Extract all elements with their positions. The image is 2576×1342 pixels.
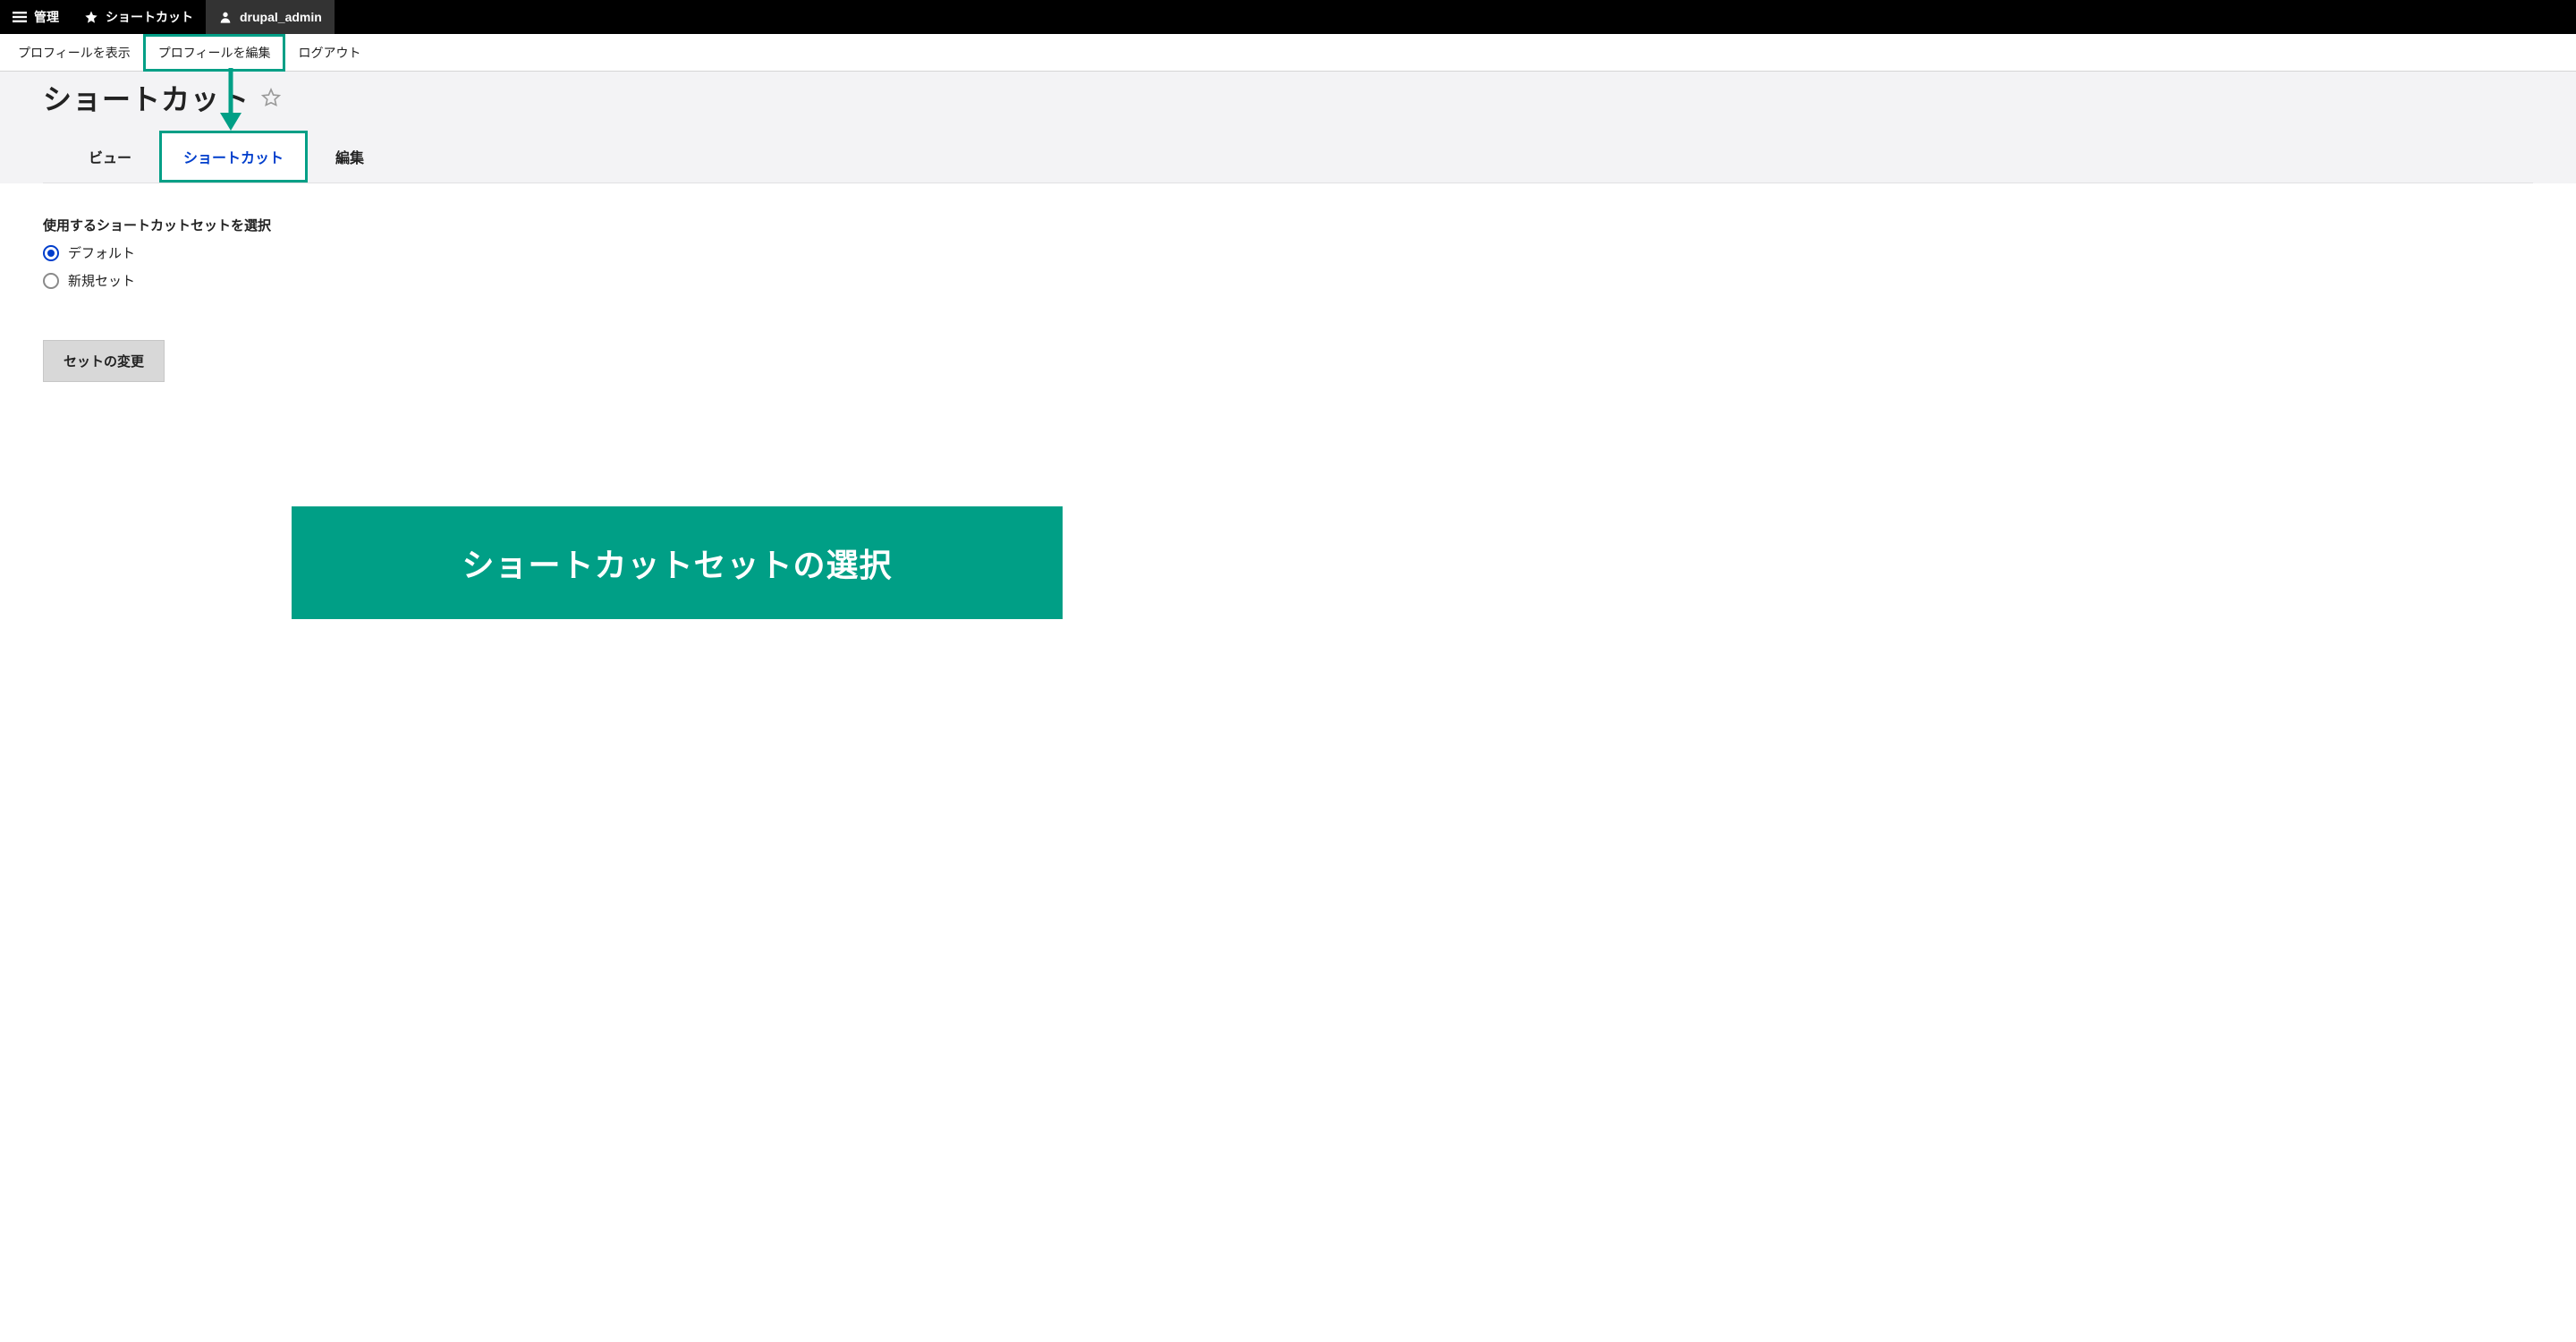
radio-option-default[interactable]: デフォルト bbox=[43, 243, 2533, 262]
tab-edit[interactable]: 編集 bbox=[311, 131, 388, 183]
user-icon bbox=[218, 10, 233, 24]
change-set-button[interactable]: セットの変更 bbox=[43, 340, 165, 382]
radio-input-default[interactable] bbox=[43, 245, 59, 261]
star-icon bbox=[84, 10, 98, 24]
radio-label-default: デフォルト bbox=[68, 243, 135, 262]
shortcut-set-field-label: 使用するショートカットセットを選択 bbox=[43, 216, 2533, 234]
tab-shortcuts[interactable]: ショートカット bbox=[159, 131, 308, 183]
subnav-edit-profile[interactable]: プロフィールを編集 bbox=[143, 34, 286, 72]
radio-input-new-set[interactable] bbox=[43, 273, 59, 289]
form-body: 使用するショートカットセットを選択 デフォルト 新規セット セットの変更 bbox=[0, 183, 2576, 414]
star-outline-icon[interactable] bbox=[260, 87, 282, 108]
tab-view[interactable]: ビュー bbox=[64, 131, 156, 183]
page-header: ショートカット ビュー ショートカット 編集 bbox=[0, 72, 2576, 183]
toolbar-user-label: drupal_admin bbox=[240, 10, 322, 24]
toolbar-user[interactable]: drupal_admin bbox=[206, 0, 335, 34]
toolbar-shortcuts-label: ショートカット bbox=[106, 8, 193, 26]
user-subnav: プロフィールを表示 プロフィールを編集 ログアウト bbox=[0, 34, 2576, 72]
toolbar-manage[interactable]: 管理 bbox=[0, 0, 72, 34]
subnav-logout[interactable]: ログアウト bbox=[285, 34, 373, 72]
hamburger-icon bbox=[13, 10, 27, 24]
page-title: ショートカット bbox=[43, 77, 250, 118]
radio-option-new-set[interactable]: 新規セット bbox=[43, 271, 2533, 290]
toolbar-manage-label: 管理 bbox=[34, 8, 59, 26]
admin-toolbar: 管理 ショートカット drupal_admin bbox=[0, 0, 2576, 34]
annotation-callout: ショートカットセットの選択 bbox=[292, 506, 1063, 619]
radio-label-new-set: 新規セット bbox=[68, 271, 135, 290]
subnav-view-profile[interactable]: プロフィールを表示 bbox=[5, 34, 143, 72]
toolbar-shortcuts[interactable]: ショートカット bbox=[72, 0, 206, 34]
primary-tabs: ビュー ショートカット 編集 bbox=[43, 131, 2533, 183]
